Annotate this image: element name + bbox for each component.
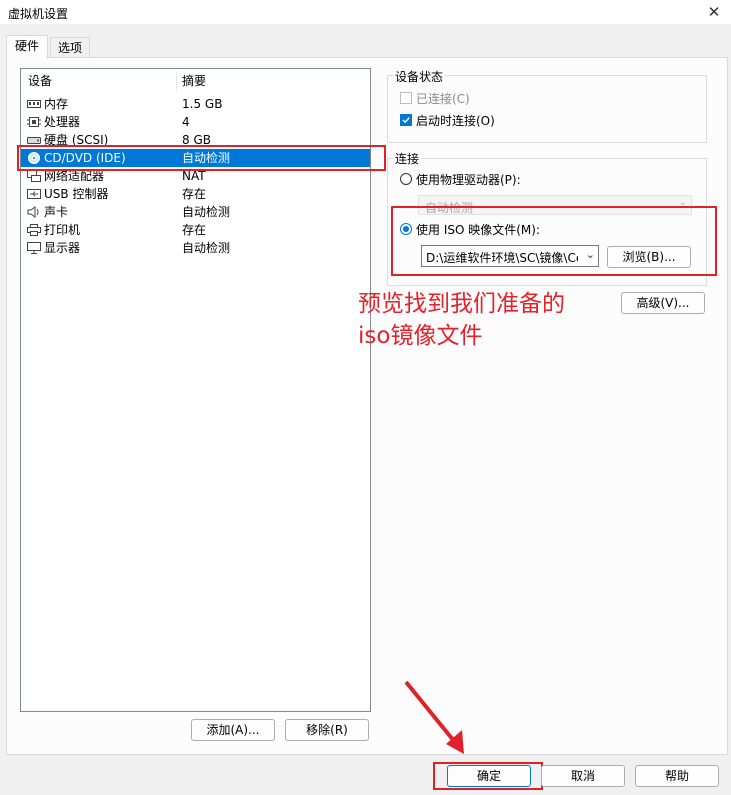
highlight-ok-button — [433, 762, 543, 790]
device-status-title: 设备状态 — [393, 68, 446, 85]
usb-icon — [27, 189, 41, 199]
display-icon — [27, 242, 41, 254]
printer-icon — [27, 224, 41, 236]
window-title: 虚拟机设置 — [8, 7, 69, 21]
device-list-header: 设备 摘要 — [21, 69, 370, 91]
device-summary: 存在 — [182, 187, 207, 201]
tab-hardware[interactable]: 硬件 — [6, 35, 48, 59]
connect-at-power-on-checkbox[interactable] — [400, 114, 412, 126]
device-name: 内存 — [44, 97, 69, 111]
device-name: 显示器 — [44, 241, 81, 255]
device-row-printer[interactable]: 打印机 存在 — [21, 221, 370, 239]
highlight-iso-section — [391, 206, 717, 276]
help-button[interactable]: 帮助 — [635, 765, 719, 787]
device-summary: 自动检测 — [182, 241, 231, 255]
device-summary: 存在 — [182, 223, 207, 237]
device-name: USB 控制器 — [44, 187, 109, 201]
cancel-button[interactable]: 取消 — [541, 765, 625, 787]
advanced-button[interactable]: 高级(V)... — [621, 292, 705, 314]
highlight-cd-dvd-row — [17, 145, 386, 171]
column-separator[interactable] — [176, 71, 177, 91]
sound-card-icon — [27, 206, 39, 218]
device-summary: 自动检测 — [182, 205, 231, 219]
device-status-group — [387, 75, 707, 143]
tab-options[interactable]: 选项 — [50, 37, 90, 58]
device-row-memory[interactable]: 内存 1.5 GB — [21, 95, 370, 113]
close-icon[interactable]: ✕ — [703, 1, 725, 23]
connection-title: 连接 — [393, 150, 422, 167]
processor-icon — [27, 117, 41, 127]
connected-checkbox[interactable] — [400, 92, 412, 104]
device-summary: 1.5 GB — [182, 97, 223, 111]
annotation-line-1: 预览找到我们准备的 — [358, 291, 565, 317]
device-name: 声卡 — [44, 205, 69, 219]
column-header-summary[interactable]: 摘要 — [182, 69, 206, 91]
physical-drive-label: 使用物理驱动器(P): — [416, 173, 521, 187]
device-name: 打印机 — [44, 223, 81, 237]
device-summary: 4 — [182, 115, 190, 129]
connected-label: 已连接(C) — [416, 92, 470, 106]
device-row-processor[interactable]: 处理器 4 — [21, 113, 370, 131]
add-device-button[interactable]: 添加(A)... — [191, 719, 275, 741]
checkmark-icon — [402, 117, 410, 124]
memory-icon — [27, 100, 41, 108]
device-row-usb[interactable]: USB 控制器 存在 — [21, 185, 370, 203]
annotation-arrow-icon — [404, 680, 464, 754]
device-row-display[interactable]: 显示器 自动检测 — [21, 239, 370, 257]
device-row-sound-card[interactable]: 声卡 自动检测 — [21, 203, 370, 221]
connect-at-power-on-label: 启动时连接(O) — [416, 114, 495, 128]
title-bar: 虚拟机设置 ✕ — [0, 0, 731, 24]
physical-drive-radio[interactable] — [400, 173, 412, 185]
column-header-device[interactable]: 设备 — [28, 69, 52, 91]
device-name: 处理器 — [44, 115, 81, 129]
annotation-line-2: iso镜像文件 — [358, 323, 483, 349]
network-adapter-icon — [27, 170, 41, 182]
remove-device-button[interactable]: 移除(R) — [285, 719, 369, 741]
